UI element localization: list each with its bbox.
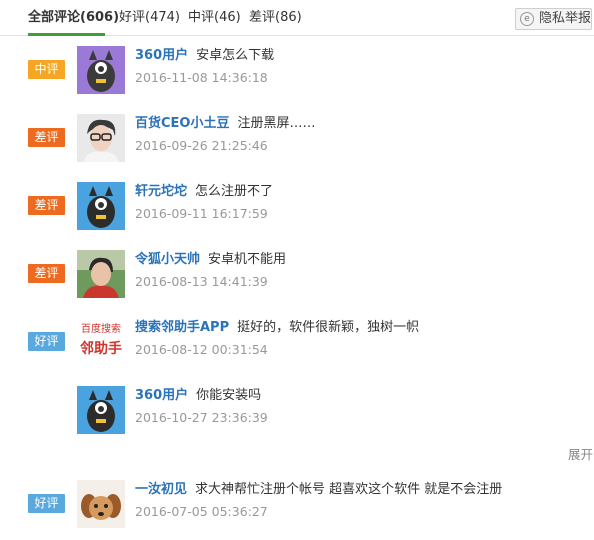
- review-header: 百货CEO小土豆 注册黑屏……: [135, 116, 316, 132]
- review-text: 挺好的，软件很新颖，独树一帜: [237, 320, 420, 335]
- reviewer-name[interactable]: 360用户: [135, 48, 188, 63]
- avatar[interactable]: [77, 386, 125, 434]
- reviewer-name[interactable]: 令狐小天帅: [135, 252, 200, 267]
- tab-good-reviews[interactable]: 好评(474): [119, 10, 180, 26]
- review-text: 怎么注册不了: [195, 184, 274, 199]
- reviewer-name[interactable]: 一汝初见: [135, 482, 187, 497]
- review-text: 安卓怎么下载: [196, 48, 275, 63]
- rating-badge: 好评: [28, 494, 65, 513]
- avatar[interactable]: 百度搜索 邻助手: [77, 318, 125, 366]
- rating-badge: 中评: [28, 60, 65, 79]
- review-item: 差评 令狐小天帅 安卓机不能用 2016-08-13 14:41:39: [0, 250, 594, 310]
- review-item: 好评 一汝初见 求大神帮忙注册个帐号 超喜欢这个软件 就是不会注册 2016-07…: [0, 480, 594, 540]
- reviewer-name[interactable]: 搜索邻助手APP: [135, 320, 229, 335]
- review-text: 注册黑屏……: [237, 116, 316, 131]
- review-date: 2016-11-08 14:36:18: [135, 70, 268, 85]
- reviewer-name[interactable]: 轩元坨坨: [135, 184, 187, 199]
- review-text: 求大神帮忙注册个帐号 超喜欢这个软件 就是不会注册: [195, 482, 503, 497]
- tab-bad-reviews[interactable]: 差评(86): [249, 10, 302, 26]
- review-date: 2016-09-11 16:17:59: [135, 206, 268, 221]
- reviewer-name[interactable]: 百货CEO小土豆: [135, 116, 229, 131]
- review-date: 2016-08-12 00:31:54: [135, 342, 268, 357]
- review-item: 好评 百度搜索 邻助手 搜索邻助手APP 挺好的，软件很新颖，独树一帜 2016-…: [0, 318, 594, 378]
- review-item: 差评 百货CEO小土豆 注册黑屏…… 2016-09-26 21:25:46: [0, 114, 594, 174]
- avatar-logo-text-bottom: 邻助手: [80, 341, 122, 357]
- expand-link[interactable]: 展开: [568, 444, 593, 463]
- tab-all-reviews[interactable]: 全部评论(606): [28, 10, 119, 26]
- review-text: 你能安装吗: [196, 388, 262, 403]
- privacy-report-button[interactable]: e 隐私举报: [515, 8, 592, 30]
- review-header: 令狐小天帅 安卓机不能用: [135, 252, 286, 268]
- avatar[interactable]: [77, 114, 125, 162]
- review-text: 安卓机不能用: [208, 252, 287, 267]
- rating-badge: 差评: [28, 128, 65, 147]
- review-item: 360用户 你能安装吗 2016-10-27 23:36:39: [0, 386, 594, 446]
- rating-badge: 差评: [28, 196, 65, 215]
- review-header: 360用户 你能安装吗: [135, 388, 261, 404]
- avatar-logo-text-top: 百度搜索: [81, 324, 121, 335]
- avatar[interactable]: [77, 480, 125, 528]
- avatar[interactable]: [77, 182, 125, 230]
- review-header: 一汝初见 求大神帮忙注册个帐号 超喜欢这个软件 就是不会注册: [135, 482, 502, 498]
- review-tabs: 全部评论(606) 好评(474) 中评(46) 差评(86) e 隐私举报: [0, 0, 594, 36]
- review-item: 中评 360用户 安卓怎么下载 2016-11-08 14:36:18: [0, 46, 594, 106]
- review-header: 搜索邻助手APP 挺好的，软件很新颖，独树一帜: [135, 320, 419, 336]
- review-date: 2016-07-05 05:36:27: [135, 504, 268, 519]
- review-header: 360用户 安卓怎么下载: [135, 48, 274, 64]
- privacy-report-label: 隐私举报: [539, 11, 592, 26]
- review-item: 差评 轩元坨坨 怎么注册不了 2016-09-11 16:17:59: [0, 182, 594, 242]
- review-date: 2016-08-13 14:41:39: [135, 274, 268, 289]
- review-date: 2016-09-26 21:25:46: [135, 138, 268, 153]
- rating-badge: 差评: [28, 264, 65, 283]
- active-tab-indicator: [28, 33, 105, 36]
- review-date: 2016-10-27 23:36:39: [135, 410, 268, 425]
- review-header: 轩元坨坨 怎么注册不了: [135, 184, 273, 200]
- reviewer-name[interactable]: 360用户: [135, 388, 188, 403]
- avatar[interactable]: [77, 46, 125, 94]
- avatar[interactable]: [77, 250, 125, 298]
- rating-badge: 好评: [28, 332, 65, 351]
- tab-medium-reviews[interactable]: 中评(46): [188, 10, 241, 26]
- privacy-icon: e: [520, 12, 534, 26]
